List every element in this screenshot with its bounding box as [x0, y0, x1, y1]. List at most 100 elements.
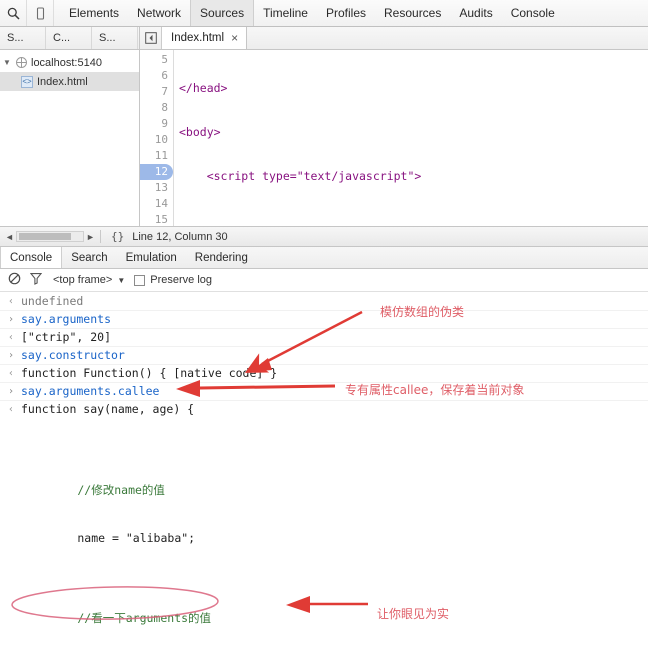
preserve-log-toggle[interactable]: Preserve log: [134, 274, 212, 286]
html-file-icon: <>: [21, 75, 33, 88]
clear-console-icon[interactable]: [8, 272, 21, 288]
output-marker-icon: ‹: [8, 404, 15, 415]
frame-selector[interactable]: <top frame> ▼: [53, 274, 125, 286]
devtools-toolbar: Elements Network Sources Timeline Profil…: [0, 0, 648, 27]
tab-audits[interactable]: Audits: [450, 0, 501, 26]
editor-code-content[interactable]: </head> <body> <script type="text/javasc…: [174, 50, 648, 226]
console-row-input[interactable]: › say.arguments.callee: [0, 383, 648, 401]
tab-network[interactable]: Network: [128, 0, 190, 26]
sources-main-area: ▼ localhost:5140 <> Index.html 5 6 7 8 9…: [0, 50, 648, 226]
drawer-tab-rendering-label: Rendering: [194, 251, 248, 264]
drawer-tab-search-label: Search: [71, 251, 108, 264]
console-input-text: say.constructor: [21, 348, 125, 362]
console-row-output[interactable]: ‹ function Function() { [native code] }: [0, 365, 648, 383]
scrollbar-thumb[interactable]: [19, 233, 71, 240]
drawer-tab-rendering[interactable]: Rendering: [186, 247, 257, 268]
tree-item-index-html[interactable]: <> Index.html: [0, 72, 139, 91]
collapse-sidebar-icon[interactable]: [140, 27, 162, 49]
tab-sources-label: Sources: [200, 6, 245, 20]
console-output-text: undefined: [21, 294, 84, 308]
console-input-text: say.arguments: [21, 312, 112, 326]
drawer-tab-search[interactable]: Search: [62, 247, 116, 268]
close-icon[interactable]: ×: [231, 32, 238, 44]
code-line: <body>: [179, 125, 221, 139]
console-function-source: //修改name的值 name = "alibaba"; //看一下argume…: [0, 418, 648, 645]
scroll-right-arrow-icon[interactable]: ►: [84, 232, 97, 242]
output-marker-icon: ‹: [8, 296, 15, 307]
console-row-input[interactable]: › say.arguments: [0, 311, 648, 329]
fn-line: name = "alibaba";: [22, 531, 196, 545]
globe-icon: [16, 57, 27, 68]
console-row-input[interactable]: › say.constructor: [0, 347, 648, 365]
code-line: </head>: [179, 81, 228, 95]
fn-line: //修改name的值: [22, 483, 165, 497]
frame-selector-label: <top frame>: [53, 274, 113, 286]
input-marker-icon: ›: [8, 386, 15, 397]
tab-resources[interactable]: Resources: [375, 0, 450, 26]
scroll-left-arrow-icon[interactable]: ◄: [3, 232, 16, 242]
console-output-text: ["ctrip", 20]: [21, 330, 112, 344]
console-row-output[interactable]: ‹ function say(name, age) {: [0, 401, 648, 418]
navigator-tab-sources[interactable]: S...: [0, 27, 46, 49]
line-number: 13: [154, 181, 168, 194]
console-output-text: function Function() { [native code] }: [21, 366, 278, 380]
navigator-tab-sources-label: S...: [7, 32, 24, 44]
preserve-log-label: Preserve log: [150, 274, 213, 286]
line-number: 11: [154, 149, 168, 162]
tab-console-label: Console: [510, 6, 555, 20]
file-navigator-tree: ▼ localhost:5140 <> Index.html: [0, 50, 140, 226]
tab-timeline[interactable]: Timeline: [254, 0, 317, 26]
tab-sources[interactable]: Sources: [190, 0, 255, 26]
console-message-list[interactable]: ‹ undefined › say.arguments ‹ ["ctrip", …: [0, 292, 648, 645]
device-toggle-icon[interactable]: [27, 0, 54, 26]
tree-item-domain-label: localhost:5140: [31, 56, 102, 69]
tab-elements[interactable]: Elements: [60, 0, 128, 26]
console-row-output[interactable]: ‹ ["ctrip", 20]: [0, 329, 648, 347]
navigator-tab-snippets-label: S...: [99, 32, 116, 44]
preserve-log-checkbox[interactable]: [134, 274, 146, 286]
tab-timeline-label: Timeline: [263, 6, 308, 20]
tab-resources-label: Resources: [384, 6, 442, 20]
devtools-window: Elements Network Sources Timeline Profil…: [0, 0, 648, 645]
code-line: <script type="text/javascript">: [179, 169, 422, 183]
tab-profiles[interactable]: Profiles: [317, 0, 375, 26]
line-number: 10: [154, 133, 168, 146]
navigator-tabs: S... C... S...: [0, 27, 140, 49]
search-icon[interactable]: [0, 0, 27, 26]
editor-tab-index-html[interactable]: Index.html ×: [162, 27, 248, 49]
editor-tab-label: Index.html: [171, 32, 225, 44]
navigator-tab-contentscripts[interactable]: C...: [46, 27, 92, 49]
navigator-tab-snippets[interactable]: S...: [92, 27, 138, 49]
tab-network-label: Network: [137, 6, 182, 20]
horizontal-scrollbar[interactable]: ◄ ►: [0, 231, 100, 242]
tree-item-index-html-label: Index.html: [37, 75, 88, 88]
code-editor[interactable]: 5 6 7 8 9 10 11 12 13 14 15 16 17 </head…: [140, 50, 648, 226]
navigator-tab-contentscripts-label: C...: [53, 32, 71, 44]
scrollbar-track[interactable]: [16, 231, 84, 242]
navigator-tab-strip: S... C... S... Index.html ×: [0, 27, 648, 50]
tree-item-domain[interactable]: ▼ localhost:5140: [0, 53, 139, 72]
fn-line: //看一下arguments的值: [22, 611, 212, 625]
drawer-tab-emulation-label: Emulation: [125, 251, 177, 264]
line-number: 14: [154, 197, 168, 210]
line-number: 6: [161, 69, 168, 82]
filter-funnel-icon[interactable]: [29, 272, 43, 288]
console-row-output[interactable]: ‹ undefined: [0, 293, 648, 311]
drawer-tab-console[interactable]: Console: [0, 247, 63, 268]
tab-elements-label: Elements: [69, 6, 120, 20]
cursor-position-label: Line 12, Column 30: [132, 230, 228, 243]
chevron-down-icon[interactable]: ▼: [3, 58, 12, 67]
drawer-tab-emulation[interactable]: Emulation: [117, 247, 186, 268]
console-toolbar: <top frame> ▼ Preserve log: [0, 269, 648, 292]
line-number-active: 12: [140, 164, 173, 180]
tab-console[interactable]: Console: [502, 0, 564, 26]
drawer-tab-strip: Console Search Emulation Rendering: [0, 247, 648, 269]
tab-audits-label: Audits: [459, 6, 493, 20]
editor-line-numbers: 5 6 7 8 9 10 11 12 13 14 15 16 17: [140, 50, 174, 226]
line-number: 15: [154, 213, 168, 226]
console-input-text: say.arguments.callee: [21, 384, 160, 398]
pretty-print-icon[interactable]: {}: [100, 230, 132, 243]
tab-profiles-label: Profiles: [325, 6, 366, 20]
chevron-down-icon[interactable]: ▼: [117, 276, 125, 285]
input-marker-icon: ›: [8, 350, 15, 361]
